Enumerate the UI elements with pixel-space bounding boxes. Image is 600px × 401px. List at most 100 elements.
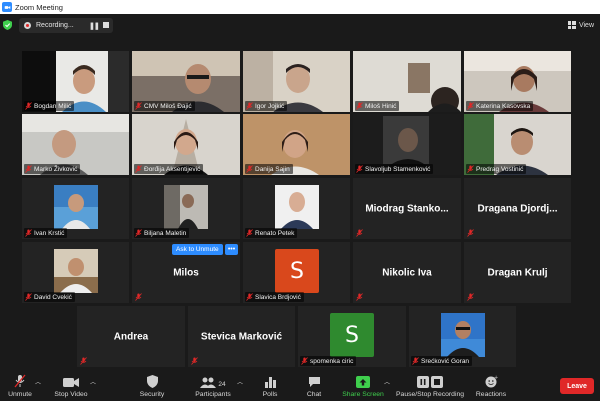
participant-name-label: Katerina Kasovska bbox=[466, 101, 534, 111]
video-tile[interactable]: Marko Živković bbox=[22, 114, 129, 175]
audio-options-caret-icon[interactable]: ︿ bbox=[35, 377, 41, 386]
participant-name-label: Renato Petek bbox=[245, 228, 298, 238]
participant-name-label: Marko Živković bbox=[24, 164, 81, 174]
participant-name: Srećković Goran bbox=[421, 357, 470, 365]
encryption-shield-icon[interactable] bbox=[3, 20, 12, 30]
video-tile[interactable]: Stevica Marković bbox=[188, 306, 295, 367]
participant-name: Bogdan Milić bbox=[34, 102, 72, 110]
active-speaker-tile[interactable]: Đorđija Aksentijević bbox=[132, 114, 240, 175]
participant-name: Renato Petek bbox=[255, 229, 295, 237]
video-tile[interactable]: Ivan Krstić bbox=[22, 178, 129, 239]
unmute-button[interactable]: Unmute bbox=[6, 374, 34, 398]
muted-mic-icon bbox=[246, 165, 253, 173]
zoom-app-icon bbox=[2, 2, 12, 12]
muted-mic-icon bbox=[25, 102, 32, 110]
muted-mic-icon bbox=[80, 357, 87, 365]
pause-stop-recording-icon bbox=[417, 376, 443, 388]
leave-button[interactable]: Leave bbox=[560, 378, 594, 394]
participant-name-label: Slavica Brdjović bbox=[245, 292, 304, 302]
reactions-button[interactable]: + Reactions bbox=[475, 374, 507, 398]
muted-mic-icon bbox=[246, 293, 253, 301]
video-tile[interactable]: Danija Sajin bbox=[243, 114, 350, 175]
muted-mic-icon bbox=[467, 229, 474, 237]
view-button[interactable]: View bbox=[567, 18, 594, 32]
chat-button[interactable]: Chat bbox=[303, 374, 325, 398]
participant-name: Đorđija Aksentijević bbox=[144, 165, 201, 173]
meeting-topbar: Recording... ❚❚ View bbox=[0, 14, 600, 36]
video-tile[interactable]: Dragan Krulj bbox=[464, 242, 571, 303]
participant-name: Slavoljub Stamenković bbox=[365, 165, 431, 173]
pause-recording-icon[interactable]: ❚❚ bbox=[89, 22, 100, 30]
participant-name-label: Danija Sajin bbox=[245, 164, 293, 174]
share-screen-button[interactable]: Share Screen bbox=[342, 374, 384, 398]
muted-mic-icon bbox=[467, 293, 474, 301]
muted-mic-icon bbox=[246, 229, 253, 237]
recording-indicator[interactable]: Recording... ❚❚ bbox=[19, 18, 113, 33]
video-tile[interactable]: Slavoljub Stamenković bbox=[353, 114, 461, 175]
video-tile[interactable]: CMV Miloš Đajić bbox=[132, 51, 240, 112]
stop-recording-icon[interactable] bbox=[103, 22, 109, 28]
more-options-button[interactable]: ••• bbox=[225, 244, 238, 255]
participant-name-label: CMV Miloš Đajić bbox=[134, 101, 195, 111]
video-tile[interactable]: Miodrag Stanko... bbox=[353, 178, 461, 239]
video-tile[interactable]: Renato Petek bbox=[243, 178, 350, 239]
muted-mic-icon bbox=[135, 165, 142, 173]
muted-mic-icon bbox=[135, 102, 142, 110]
participant-name-label: Biljana Maletin bbox=[134, 228, 190, 238]
ask-to-unmute-button[interactable]: Ask to Unmute bbox=[172, 244, 223, 255]
video-tile[interactable]: Predrag Vostinić bbox=[464, 114, 571, 175]
participant-name-label: Predrag Vostinić bbox=[466, 164, 527, 174]
recording-dot-icon bbox=[24, 22, 31, 29]
muted-mic-icon bbox=[356, 229, 363, 237]
svg-text:+: + bbox=[494, 375, 498, 381]
video-tile[interactable]: Katerina Kasovska bbox=[464, 51, 571, 112]
profile-picture bbox=[164, 185, 208, 229]
participant-name-label: spomenka ciric bbox=[300, 356, 357, 366]
muted-mic-icon bbox=[356, 293, 363, 301]
participant-name: Predrag Vostinić bbox=[476, 165, 524, 173]
muted-mic-icon bbox=[135, 293, 142, 301]
muted-mic-icon bbox=[25, 293, 32, 301]
stop-video-label: Stop Video bbox=[54, 391, 88, 398]
video-tile[interactable]: S Slavica Brdjović bbox=[243, 242, 350, 303]
video-tile[interactable]: Biljana Maletin bbox=[132, 178, 240, 239]
video-tile[interactable]: David Cvekić bbox=[22, 242, 129, 303]
profile-picture bbox=[441, 313, 485, 357]
video-tile[interactable]: Bogdan Milić bbox=[22, 51, 129, 112]
security-label: Security bbox=[139, 391, 165, 398]
share-options-caret-icon[interactable]: ︿ bbox=[384, 377, 390, 386]
polls-bar-chart-icon bbox=[264, 377, 276, 388]
muted-mic-icon bbox=[25, 165, 32, 173]
pause-stop-recording-label: Pause/Stop Recording bbox=[396, 391, 465, 398]
muted-mic-icon bbox=[467, 165, 474, 173]
video-tile[interactable]: Miloš Hinić bbox=[353, 51, 461, 112]
video-tile[interactable]: Dragana Djordj... bbox=[464, 178, 571, 239]
participant-display-name: Nikolic Iva bbox=[382, 267, 432, 278]
participant-name: Slavica Brdjović bbox=[255, 293, 301, 301]
muted-mic-icon bbox=[191, 357, 198, 365]
participant-name-label: Bogdan Milić bbox=[24, 101, 75, 111]
initial-avatar: S bbox=[275, 249, 319, 293]
participants-button[interactable]: 24 Participants bbox=[191, 374, 235, 398]
stop-video-button[interactable]: Stop Video bbox=[52, 374, 90, 398]
reactions-smiley-icon: + bbox=[485, 375, 498, 388]
share-screen-label: Share Screen bbox=[342, 391, 384, 398]
participants-options-caret-icon[interactable]: ︿ bbox=[237, 377, 243, 386]
polls-button[interactable]: Polls bbox=[258, 374, 282, 398]
polls-label: Polls bbox=[262, 391, 278, 398]
recording-label: Recording... bbox=[36, 22, 74, 29]
video-tile[interactable]: S spomenka ciric bbox=[298, 306, 406, 367]
video-tile[interactable]: Andrea bbox=[77, 306, 185, 367]
video-tile[interactable]: Nikolic Iva bbox=[353, 242, 461, 303]
participant-display-name: Dragana Djordj... bbox=[477, 203, 558, 214]
security-button[interactable]: Security bbox=[137, 374, 167, 398]
video-tile[interactable]: Igor Jojkić bbox=[243, 51, 350, 112]
chat-bubble-icon bbox=[308, 377, 320, 387]
video-options-caret-icon[interactable]: ︿ bbox=[90, 377, 96, 386]
video-tile[interactable]: Srećković Goran bbox=[409, 306, 516, 367]
participant-name: Ivan Krstić bbox=[34, 229, 65, 237]
pause-stop-recording-button[interactable]: Pause/Stop Recording bbox=[396, 374, 464, 398]
muted-mic-icon bbox=[467, 102, 474, 110]
unmute-label: Unmute bbox=[8, 391, 32, 398]
participant-name-label: Slavoljub Stamenković bbox=[355, 164, 434, 174]
